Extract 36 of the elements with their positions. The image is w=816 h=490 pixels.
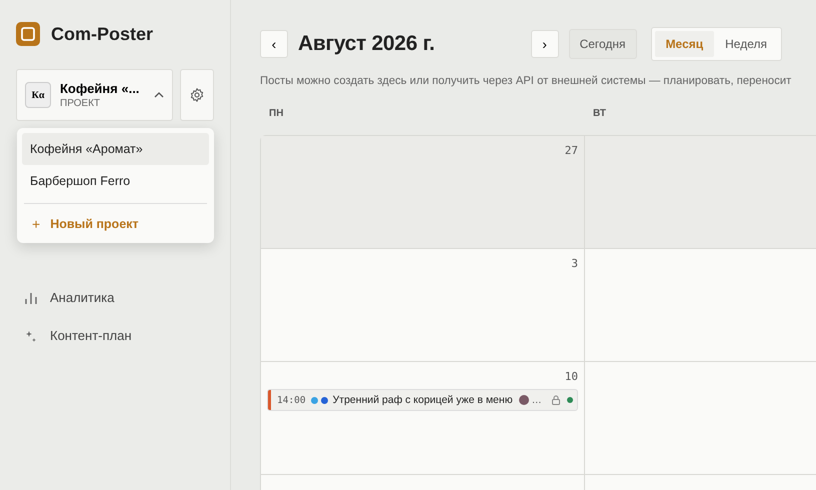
day-number: 3 [571, 257, 578, 270]
weekday-label: ПН [269, 108, 284, 119]
event-title: Утренний раф с корицей уже в меню [332, 394, 513, 406]
new-project-button[interactable]: + Новый проект [22, 210, 209, 238]
project-option[interactable]: Барбершоп Ferro [22, 165, 209, 197]
month-title: Август 2026 г. [298, 32, 435, 56]
project-caption: ПРОЕКТ [60, 98, 102, 109]
sparkle-icon [24, 328, 38, 342]
project-name: Кофейня «... [60, 81, 140, 96]
nav-item[interactable]: Аналитика [16, 290, 214, 305]
day-cell[interactable]: 27 [261, 136, 585, 249]
event-time: 14:00 [277, 394, 306, 406]
settings-icon [189, 87, 206, 103]
day-cell[interactable]: 10 14:00 Утренний раф с корицей уже в меню … [261, 362, 585, 475]
nav-item[interactable]: Контент-план [16, 328, 214, 343]
project-badge: Кα [25, 82, 51, 108]
day-cell[interactable] [585, 362, 816, 475]
day-cell[interactable] [585, 249, 816, 362]
bar-chart-icon [24, 290, 38, 304]
view-tab[interactable]: Неделя [714, 31, 778, 57]
day-number: 10 [564, 370, 578, 383]
settings-button[interactable] [180, 69, 214, 121]
post-event[interactable]: 14:00 Утренний раф с корицей уже в меню … [267, 389, 578, 411]
app-name: Com-Poster [51, 24, 154, 44]
day-cell[interactable]: 3 [261, 249, 585, 362]
description-text: Посты можно создать здесь или получить через API от внешней системы — планировать, переносит [260, 75, 792, 87]
weekday-label: ВТ [593, 108, 606, 119]
more-text: … [532, 394, 542, 406]
previous-month-button[interactable]: ‹ [260, 30, 288, 58]
today-button[interactable]: Сегодня [568, 29, 637, 59]
project-switcher[interactable]: Кα Кофейня «... ПРОЕКТ [16, 69, 174, 121]
avatar-icon [518, 395, 529, 405]
day-number: 27 [564, 144, 578, 157]
project-option[interactable]: Кофейня «Аромат» [22, 133, 209, 165]
next-month-button[interactable]: › [530, 30, 559, 58]
logo-icon [16, 22, 40, 46]
